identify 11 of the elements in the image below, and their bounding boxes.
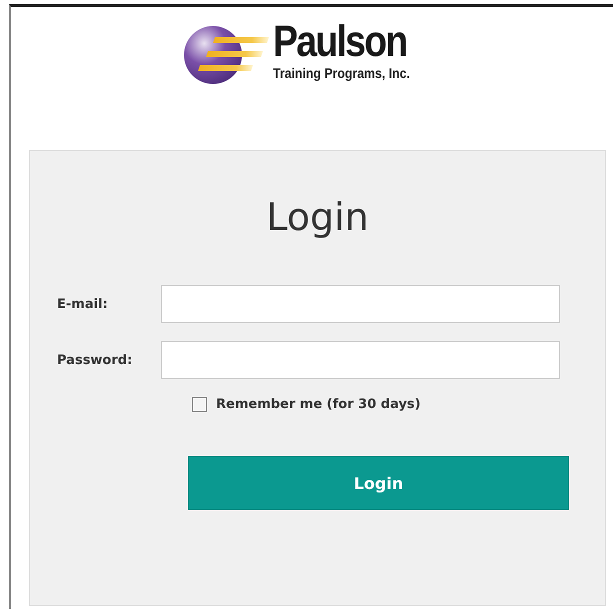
checkbox[interactable] [192, 397, 207, 412]
logo-icon [183, 25, 270, 85]
field-label: E-mail: [56, 296, 109, 312]
logo-tagline: Training Programs, Inc. [273, 65, 412, 81]
checkbox-label: Remember me (for 30 days) [216, 397, 421, 412]
input-field[interactable] [161, 285, 560, 323]
field-label: Password: [56, 352, 134, 368]
login-title: Login [265, 195, 370, 239]
logo-name: Paulson [273, 19, 407, 65]
login-button[interactable]: Login [188, 456, 569, 510]
input-field[interactable] [161, 341, 560, 379]
